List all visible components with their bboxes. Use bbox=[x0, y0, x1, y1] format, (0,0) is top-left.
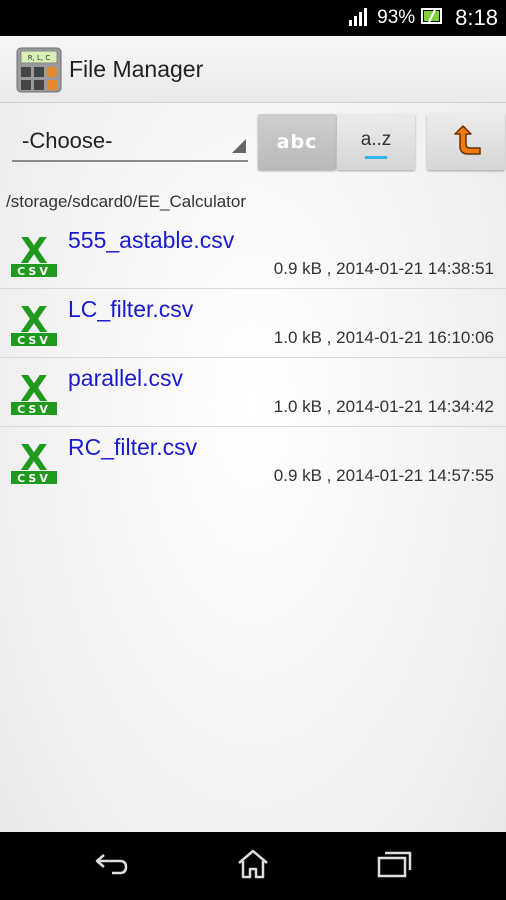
csv-icon-tag: CSV bbox=[17, 334, 51, 347]
csv-icon-tag: CSV bbox=[17, 472, 51, 485]
file-name: parallel.csv bbox=[68, 365, 184, 391]
file-meta: 0.9 kB , 2014-01-21 14:57:55 bbox=[273, 466, 494, 485]
clock: 8:18 bbox=[455, 5, 498, 30]
dropdown-arrow-icon bbox=[232, 139, 246, 158]
recent-apps-button[interactable] bbox=[374, 846, 414, 886]
file-name: LC_filter.csv bbox=[68, 296, 194, 322]
list-item[interactable]: X CSV parallel.csv 1.0 kB , 2014-01-21 1… bbox=[0, 358, 506, 427]
calculator-app-icon[interactable]: R, L, C bbox=[16, 47, 62, 93]
battery-percent: 93% bbox=[377, 7, 416, 28]
file-meta: 1.0 kB , 2014-01-21 14:34:42 bbox=[273, 397, 494, 416]
back-icon bbox=[94, 851, 130, 882]
app-title: File Manager bbox=[69, 56, 204, 82]
file-name: RC_filter.csv bbox=[68, 434, 198, 460]
file-meta: 0.9 kB , 2014-01-21 14:38:51 bbox=[273, 259, 494, 278]
csv-icon-tag: CSV bbox=[17, 265, 51, 278]
sort-alpha-button[interactable]: abc bbox=[258, 114, 336, 170]
csv-file-icon: X CSV bbox=[10, 230, 58, 278]
file-meta: 1.0 kB , 2014-01-21 16:10:06 bbox=[273, 328, 494, 347]
sort-az-button[interactable]: a..z bbox=[337, 114, 415, 170]
sort-alpha-label: abc bbox=[276, 131, 318, 153]
csv-file-icon: X CSV bbox=[10, 299, 58, 347]
recent-apps-icon bbox=[376, 850, 412, 883]
battery-icon bbox=[421, 7, 443, 30]
parent-folder-button[interactable] bbox=[427, 114, 505, 170]
file-name: 555_astable.csv bbox=[68, 227, 235, 253]
home-button[interactable] bbox=[233, 846, 273, 886]
status-icons: 93% 8:18 bbox=[349, 0, 498, 36]
list-item[interactable]: X CSV 555_astable.csv 0.9 kB , 2014-01-2… bbox=[0, 220, 506, 289]
status-bar: 93% 8:18 bbox=[0, 0, 506, 36]
file-list: X CSV 555_astable.csv 0.9 kB , 2014-01-2… bbox=[0, 220, 506, 495]
csv-icon-tag: CSV bbox=[17, 403, 51, 416]
signal-icon bbox=[349, 6, 371, 31]
action-bar: R, L, C File Manager bbox=[0, 36, 506, 103]
list-item[interactable]: X CSV LC_filter.csv 1.0 kB , 2014-01-21 … bbox=[0, 289, 506, 358]
navigation-bar bbox=[0, 832, 506, 900]
up-arrow-icon bbox=[449, 124, 483, 161]
sort-az-label: a..z bbox=[360, 129, 392, 150]
back-button[interactable] bbox=[92, 846, 132, 886]
app-icon-label: R, L, C bbox=[28, 54, 51, 62]
csv-file-icon: X CSV bbox=[10, 437, 58, 485]
sort-az-indicator bbox=[365, 156, 387, 159]
filter-spinner[interactable]: -Choose- bbox=[12, 118, 248, 162]
list-item[interactable]: X CSV RC_filter.csv 0.9 kB , 2014-01-21 … bbox=[0, 427, 506, 495]
spinner-value: -Choose- bbox=[22, 128, 113, 153]
current-path: /storage/sdcard0/EE_Calculator bbox=[6, 192, 247, 211]
csv-file-icon: X CSV bbox=[10, 368, 58, 416]
home-icon bbox=[236, 849, 270, 884]
